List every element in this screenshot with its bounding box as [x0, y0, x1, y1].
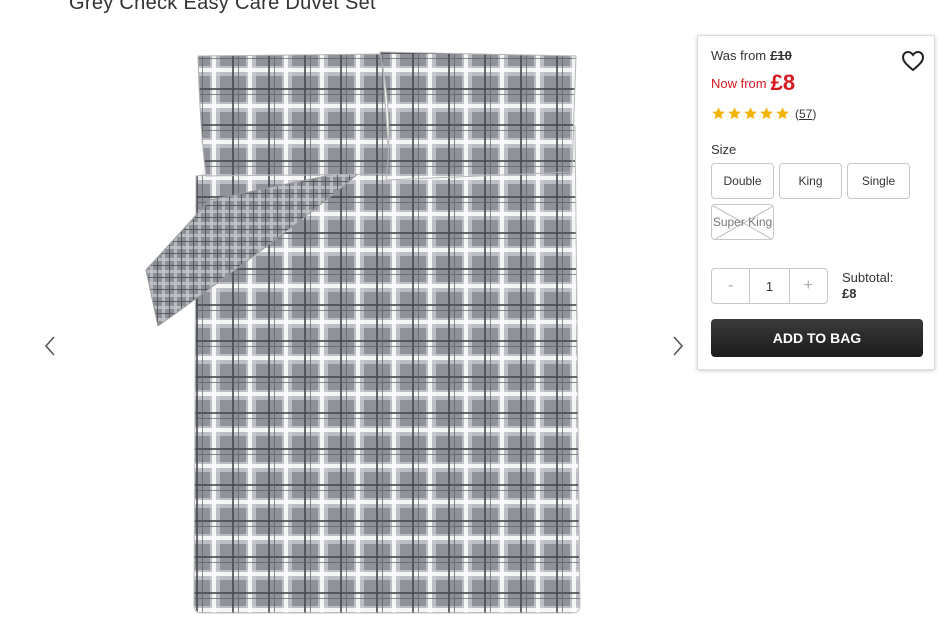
- star-icon: [776, 107, 789, 120]
- size-option-double[interactable]: Double: [711, 163, 774, 199]
- next-image-button[interactable]: [666, 329, 690, 363]
- star-icon: [760, 107, 773, 120]
- product-title: Grey Check Easy Care Duvet Set: [69, 0, 376, 14]
- size-option-super-king[interactable]: Super King: [711, 204, 774, 240]
- subtotal: Subtotal: £8: [842, 270, 893, 302]
- size-option-king[interactable]: King: [779, 163, 842, 199]
- buy-box: Was from £10 Now from £8 (57) Size Double …: [697, 35, 935, 370]
- star-rating: [711, 106, 791, 121]
- previous-image-button[interactable]: [38, 329, 62, 363]
- quantity-decrease-button[interactable]: -: [712, 269, 749, 303]
- size-label: Size: [711, 142, 737, 157]
- product-gallery: [30, 30, 700, 622]
- now-price: Now from £8: [711, 70, 795, 96]
- star-icon: [728, 107, 741, 120]
- quantity-stepper: - 1 +: [711, 268, 828, 304]
- size-option-label: Super King: [712, 215, 773, 229]
- star-icon: [744, 107, 757, 120]
- star-icon: [712, 107, 725, 120]
- subtotal-value: £8: [842, 286, 857, 301]
- quantity-input[interactable]: 1: [749, 269, 790, 303]
- rating: (57): [711, 106, 816, 121]
- size-option-single[interactable]: Single: [847, 163, 910, 199]
- now-label: Now from: [711, 76, 767, 91]
- was-label: Was from: [711, 48, 767, 63]
- chevron-right-icon: [673, 336, 684, 356]
- review-count-close: ): [812, 106, 817, 121]
- now-price-value: £8: [770, 70, 796, 95]
- quantity-increase-button[interactable]: +: [790, 269, 827, 303]
- review-count: 57: [799, 106, 813, 121]
- subtotal-label: Subtotal:: [842, 270, 894, 285]
- was-price-value: £10: [770, 48, 792, 63]
- add-to-bag-button[interactable]: ADD TO BAG: [711, 319, 923, 357]
- was-price: Was from £10: [711, 48, 792, 63]
- heart-icon: [901, 50, 925, 72]
- product-image: [145, 51, 581, 614]
- chevron-left-icon: [44, 336, 55, 356]
- wishlist-button[interactable]: [901, 49, 925, 73]
- review-count-link[interactable]: (57): [795, 107, 816, 121]
